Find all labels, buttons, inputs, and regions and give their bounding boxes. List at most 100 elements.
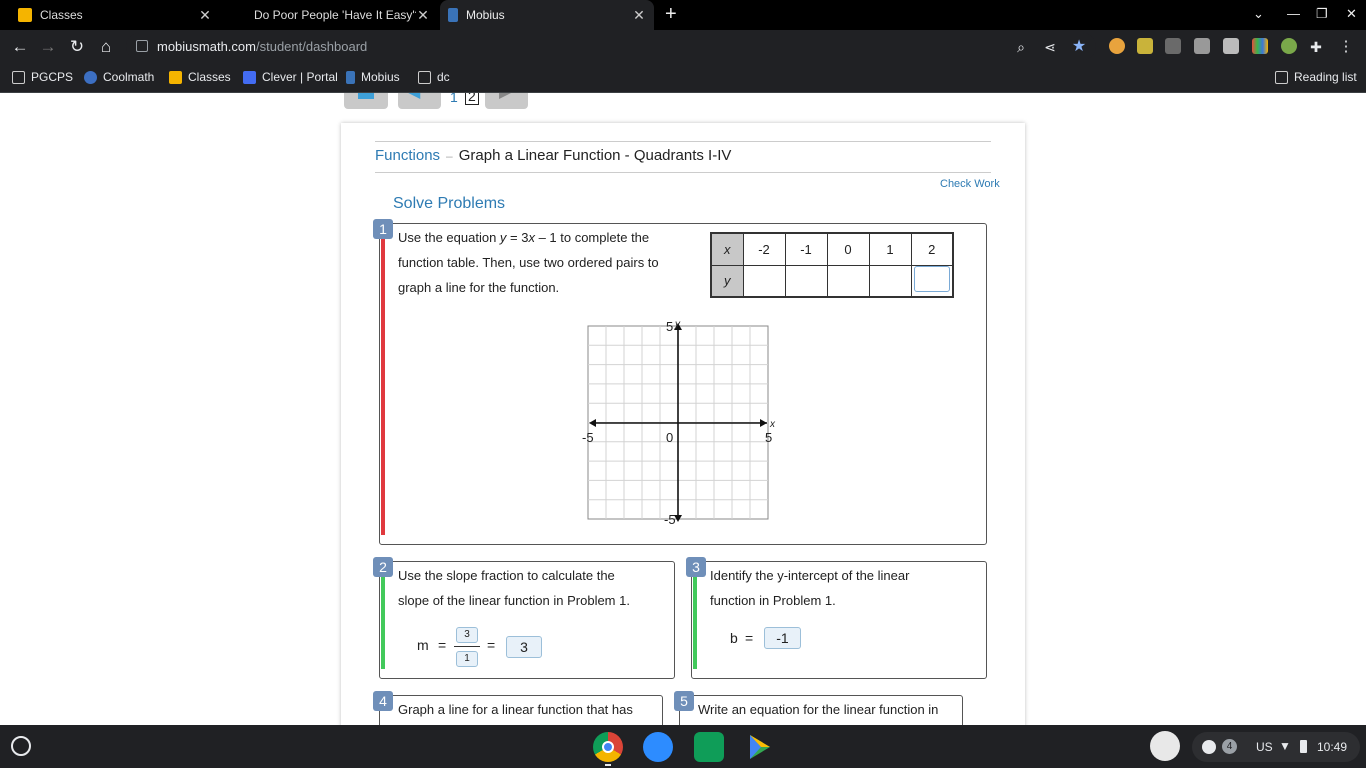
- page-title: Graph a Linear Function - Quadrants I-IV: [458, 147, 732, 164]
- bookmark-mobius[interactable]: Mobius: [346, 70, 400, 84]
- problem-number-badge: 2: [373, 557, 393, 577]
- y-input[interactable]: [742, 264, 786, 298]
- y-intercept-answer-input[interactable]: -1: [764, 627, 801, 649]
- minimize-icon[interactable]: —: [1287, 6, 1300, 21]
- site-info-icon[interactable]: [136, 40, 148, 52]
- y-input[interactable]: [826, 264, 870, 298]
- problem-1-instructions: Use the equation y = 3x – 1 to complete …: [398, 230, 659, 295]
- problem-4-instructions: Graph a line for a linear function that …: [398, 702, 633, 717]
- chrome-app-icon[interactable]: [593, 732, 623, 762]
- y-input[interactable]: [784, 264, 828, 298]
- address-bar[interactable]: mobiusmath.com/student/dashboard: [126, 33, 1096, 60]
- browser-toolbar: ← → ↻ ⌂ mobiusmath.com/student/dashboard…: [0, 30, 1366, 63]
- home-nav-button[interactable]: [344, 93, 388, 109]
- classroom-app-icon[interactable]: [694, 732, 724, 762]
- arrow-right-icon: ▶: [499, 93, 511, 101]
- y-min-label: -5: [664, 512, 676, 527]
- problem-5-instructions: Write an equation for the linear functio…: [698, 702, 939, 717]
- home-icon[interactable]: ⌂: [95, 36, 117, 58]
- download-icon: [1202, 740, 1216, 754]
- equals-sign: =: [438, 637, 447, 653]
- bookmark-clever[interactable]: Clever | Portal: [243, 70, 338, 84]
- x-axis-label: x: [769, 419, 776, 430]
- extension-icon[interactable]: [1194, 38, 1210, 54]
- mobius-icon: [448, 8, 458, 22]
- launcher-icon[interactable]: [11, 736, 31, 756]
- x-max-label: 5: [765, 430, 772, 445]
- bookmark-pgcps[interactable]: PGCPS: [12, 70, 73, 84]
- close-window-icon[interactable]: ✕: [1346, 6, 1357, 22]
- bookmark-star-icon[interactable]: ★: [1068, 36, 1090, 58]
- next-page-button[interactable]: ▶: [485, 93, 528, 109]
- y-input-focused[interactable]: [910, 264, 954, 298]
- y-axis-label: y: [674, 319, 681, 330]
- bookmark-dc[interactable]: dc: [418, 70, 450, 84]
- status-bar-correct: [693, 569, 697, 669]
- tab-article[interactable]: Do Poor People 'Have It Easy'? - ✕: [232, 0, 438, 30]
- close-icon[interactable]: ✕: [632, 7, 646, 24]
- extension-icon[interactable]: [1281, 38, 1297, 54]
- extension-icon[interactable]: [1252, 38, 1268, 54]
- x-value: 0: [826, 232, 870, 266]
- extensions-puzzle-icon[interactable]: ✚: [1305, 36, 1327, 58]
- problem-3-instructions: Identify the y-intercept of the linear fu…: [710, 568, 910, 608]
- check-work-link[interactable]: Check Work: [940, 178, 1000, 190]
- x-value: -1: [784, 232, 828, 266]
- y-input[interactable]: [868, 264, 912, 298]
- worksheet-card: Functions – Graph a Linear Function - Quad…: [341, 123, 1025, 725]
- problem-number-badge: 1: [373, 219, 393, 239]
- battery-icon: [1300, 740, 1307, 753]
- problem-number-badge: 4: [373, 691, 393, 711]
- tab-search-icon[interactable]: ⌄: [1253, 6, 1264, 22]
- google-classroom-icon: [18, 8, 32, 22]
- classroom-extension-icon[interactable]: [1137, 38, 1153, 54]
- status-bar-incorrect: [381, 231, 385, 535]
- slope-numerator-input[interactable]: 3: [456, 627, 478, 643]
- clever-icon: [243, 70, 256, 84]
- reading-list-button[interactable]: Reading list: [1275, 70, 1357, 84]
- restore-icon[interactable]: ❐: [1316, 6, 1328, 22]
- close-icon[interactable]: ✕: [198, 7, 212, 24]
- back-icon[interactable]: ←: [9, 36, 31, 58]
- prev-page-button[interactable]: ◀: [398, 93, 441, 109]
- page-2-current[interactable]: 2: [465, 93, 479, 105]
- tab-title: Do Poor People 'Have It Easy'? -: [254, 8, 416, 22]
- status-tray[interactable]: 4 US ▼ 10:49: [1192, 732, 1360, 762]
- status-bar-correct: [381, 569, 385, 669]
- close-icon[interactable]: ✕: [416, 7, 430, 24]
- y-max-label: 5: [666, 319, 673, 334]
- zoom-icon[interactable]: ⌕: [1010, 36, 1032, 58]
- extension-icon[interactable]: [1109, 38, 1125, 54]
- coordinate-grid[interactable]: 5 y -5 -5 5 x 0: [579, 315, 779, 527]
- os-shelf: 4 US ▼ 10:49: [0, 725, 1366, 768]
- grid-icon: [418, 70, 431, 84]
- play-store-app-icon[interactable]: [744, 732, 774, 762]
- clock: 10:49: [1317, 740, 1348, 754]
- reload-icon[interactable]: ↻: [66, 36, 88, 58]
- extension-icon[interactable]: [1223, 38, 1239, 54]
- share-icon[interactable]: ⋖: [1039, 36, 1061, 58]
- slope-answer-input[interactable]: 3: [506, 636, 542, 658]
- problem-2-instructions: Use the slope fraction to calculate the s…: [398, 568, 630, 608]
- user-avatar[interactable]: [1150, 731, 1180, 761]
- tab-mobius[interactable]: Mobius ✕: [440, 0, 654, 30]
- home-nav-icon: [358, 93, 374, 99]
- bookmark-classes[interactable]: Classes: [169, 70, 231, 84]
- extension-icon[interactable]: [1165, 38, 1181, 54]
- page-1-link[interactable]: 1: [450, 93, 458, 105]
- mobius-icon: [346, 70, 355, 84]
- bookmark-coolmath[interactable]: Coolmath: [84, 70, 154, 84]
- tab-title: Mobius: [466, 8, 505, 22]
- menu-icon[interactable]: ⋮: [1335, 36, 1357, 58]
- tab-classes[interactable]: Classes ✕: [10, 0, 220, 30]
- origin-label: 0: [666, 430, 673, 445]
- slope-denominator-input[interactable]: 1: [456, 651, 478, 667]
- x-header: x: [710, 232, 744, 266]
- y-header: y: [710, 264, 744, 298]
- breadcrumb-functions-link[interactable]: Functions: [375, 147, 440, 164]
- zoom-app-icon[interactable]: [643, 732, 673, 762]
- forward-icon[interactable]: →: [37, 36, 59, 58]
- new-tab-button[interactable]: +: [665, 3, 677, 26]
- wifi-icon: ▼: [1279, 739, 1291, 753]
- x-value: 2: [910, 232, 954, 266]
